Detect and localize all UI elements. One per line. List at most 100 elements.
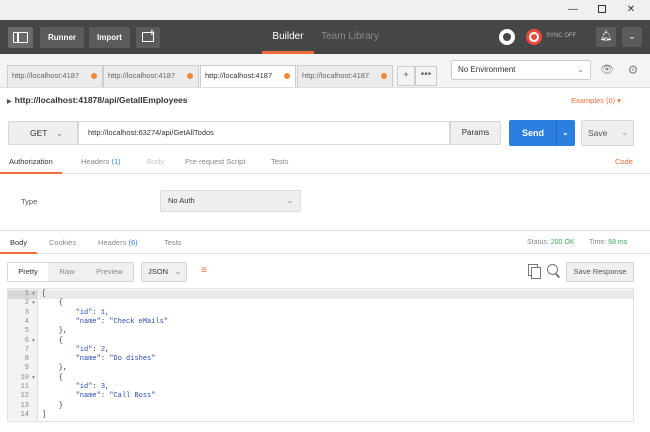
sidebar-toggle-button[interactable] xyxy=(8,27,33,48)
minimize-button[interactable]: — xyxy=(560,0,586,20)
response-format-select[interactable]: JSON ⌄ xyxy=(141,262,187,282)
search-icon[interactable] xyxy=(546,263,562,279)
unsaved-dot-icon xyxy=(187,73,193,79)
generate-code-link[interactable]: Code xyxy=(615,152,633,174)
send-options-chevron-icon[interactable]: ⌄ xyxy=(562,120,569,146)
tab-response-body[interactable]: Body xyxy=(0,232,38,254)
code-line: { xyxy=(42,373,64,382)
fold-arrow-icon[interactable]: ▼ xyxy=(32,290,35,299)
unsaved-dot-icon xyxy=(284,73,290,79)
code-line: ] xyxy=(42,410,47,419)
code-line: "name": "Check eMails" xyxy=(75,317,169,326)
tab-authorization[interactable]: Authorization xyxy=(0,152,62,174)
import-button[interactable]: Import xyxy=(89,27,130,48)
send-button[interactable]: Send ⌄ xyxy=(509,120,575,146)
code-line: }, xyxy=(42,364,68,373)
params-button[interactable]: Params xyxy=(450,121,501,145)
environment-quick-look-eye-icon[interactable]: 👁︎ xyxy=(597,60,617,80)
tab-response-cookies[interactable]: Cookies xyxy=(49,232,76,254)
sidebar-icon xyxy=(13,32,28,43)
tab-headers[interactable]: Headers (1) xyxy=(81,152,121,174)
save-options-chevron-icon[interactable]: ⌄ xyxy=(621,121,628,145)
http-method-select[interactable]: GET ⌄ xyxy=(8,121,78,145)
caret-right-icon: ▶ xyxy=(7,99,12,105)
request-tab[interactable]: http://localhost:4187 xyxy=(7,65,103,87)
fold-arrow-icon[interactable]: ▼ xyxy=(32,374,35,383)
manage-environments-gear-icon[interactable]: ⚙ xyxy=(623,60,643,80)
save-response-button[interactable]: Save Response xyxy=(566,262,634,282)
tab-tests[interactable]: Tests xyxy=(271,152,289,174)
request-tab[interactable]: http://localhost:4187 xyxy=(297,65,393,87)
auth-type-label: Type xyxy=(21,197,38,206)
copy-icon[interactable] xyxy=(527,264,541,279)
request-tab[interactable]: http://localhost:4187 xyxy=(103,65,199,87)
line-number: 7 xyxy=(24,345,29,354)
line-number: 13 xyxy=(20,401,29,410)
view-raw-button[interactable]: Raw xyxy=(48,263,86,281)
code-line: "id": 3, xyxy=(75,383,110,391)
tab-pre-request-script[interactable]: Pre-request Script xyxy=(185,152,245,174)
fold-arrow-icon[interactable]: ▼ xyxy=(32,337,35,346)
request-tab-active[interactable]: http://localhost:4187 xyxy=(200,65,296,87)
unsaved-dot-icon xyxy=(381,73,387,79)
line-number: 3 xyxy=(24,308,29,317)
runner-button[interactable]: Runner xyxy=(40,27,84,48)
maximize-button[interactable] xyxy=(589,0,615,20)
line-number: 10 ▼ xyxy=(20,373,35,383)
line-number: 9 xyxy=(24,364,29,373)
wrap-lines-icon[interactable]: ≡ xyxy=(193,262,215,282)
chevron-down-icon: ⌄ xyxy=(174,267,181,276)
settings-menu-chevron-icon[interactable]: ⌄ xyxy=(622,27,642,47)
examples-dropdown[interactable]: Examples (0) ▾ xyxy=(571,96,621,105)
view-preview-button[interactable]: Preview xyxy=(86,263,133,281)
save-button[interactable]: Save ⌄ xyxy=(581,120,634,146)
line-number: 4 xyxy=(24,317,29,326)
close-button[interactable]: ✕ xyxy=(618,0,644,20)
line-number: 11 xyxy=(20,383,29,391)
add-tab-button[interactable]: + xyxy=(397,66,415,86)
environment-select[interactable]: No Environment ⌄ xyxy=(451,60,591,80)
request-config-tabs: Authorization Headers (1) Body Pre-reque… xyxy=(0,152,650,174)
line-number: 12 xyxy=(20,392,29,401)
code-line: } xyxy=(42,401,64,410)
notifications-bell-icon[interactable]: 🔔︎ xyxy=(596,27,616,47)
request-name[interactable]: ▶ http://localhost:41878/api/GetallEmploy… xyxy=(7,95,188,105)
code-line: "id": 1, xyxy=(75,308,110,317)
code-line: { xyxy=(42,299,64,308)
code-line: "name": "Call Boss" xyxy=(75,392,156,401)
view-pretty-button[interactable]: Pretty xyxy=(8,263,48,281)
code-line: [ xyxy=(39,290,633,300)
response-body-editor[interactable]: 1 ▼ 2 ▼ 3 4 5 6 ▼ 7 8 9 10 ▼ 11 12 13 14 [ { "id": 1, "na… xyxy=(7,288,634,422)
interceptor-icon[interactable] xyxy=(499,29,515,45)
tab-team-library[interactable]: Team Library xyxy=(320,20,380,54)
response-time: Time: 68 ms xyxy=(589,239,628,246)
request-url-input[interactable]: http://localhost:63274/api/GetAllTodos xyxy=(78,121,450,145)
response-status: Status: 200 OK xyxy=(527,239,575,246)
line-number: 2 ▼ xyxy=(24,299,35,308)
tab-builder[interactable]: Builder xyxy=(262,20,314,54)
line-number: 14 xyxy=(20,410,29,419)
response-view-mode-group: Pretty Raw Preview xyxy=(7,262,134,282)
tab-response-tests[interactable]: Tests xyxy=(164,232,182,254)
auth-type-select[interactable]: No Auth ⌄ xyxy=(160,190,301,212)
maximize-icon xyxy=(598,5,606,14)
line-number: 1 ▼ xyxy=(8,290,38,300)
new-button[interactable]: + xyxy=(136,27,160,48)
code-line: "id": 2, xyxy=(75,345,110,354)
more-tabs-button[interactable]: ••• xyxy=(415,66,437,86)
tab-body[interactable]: Body xyxy=(147,152,164,174)
fold-arrow-icon[interactable]: ▼ xyxy=(32,299,35,308)
tab-response-headers[interactable]: Headers (6) xyxy=(98,232,138,254)
sync-icon[interactable] xyxy=(526,29,542,45)
chevron-down-icon: ⌄ xyxy=(55,128,63,138)
chevron-down-icon: ⌄ xyxy=(286,196,293,205)
line-number: 8 xyxy=(24,355,29,364)
code-line: }, xyxy=(42,327,68,336)
code-line: "name": "Do dishes" xyxy=(75,355,156,364)
sync-status-label: SYNC OFF xyxy=(546,33,577,39)
chevron-down-icon: ⌄ xyxy=(577,65,584,74)
line-number: 6 ▼ xyxy=(24,336,35,346)
window-titlebar: — ✕ xyxy=(0,0,650,20)
line-number: 5 xyxy=(24,327,29,336)
unsaved-dot-icon xyxy=(91,73,97,79)
